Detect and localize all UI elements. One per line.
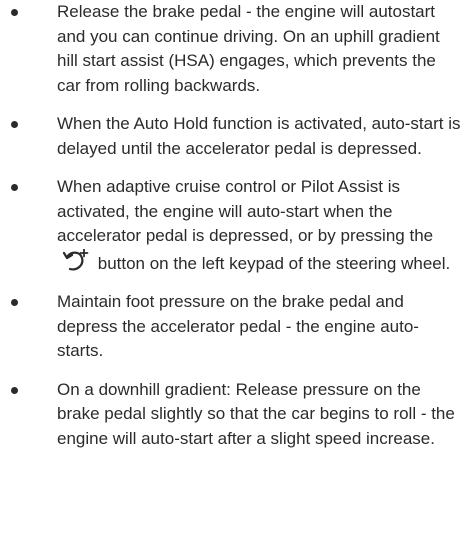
bullet-dot bbox=[11, 386, 18, 394]
list-item: On a downhill gradient: Release pressure… bbox=[0, 378, 474, 452]
bullet-text-after-icon: button on the left keypad of the steerin… bbox=[97, 253, 451, 273]
bullet-dot bbox=[11, 9, 18, 16]
bullet-dot bbox=[11, 121, 18, 128]
bullet-list: Release the brake pedal - the engine wil… bbox=[0, 0, 474, 451]
bullet-dot bbox=[11, 184, 18, 191]
bullet-text: Release the brake pedal - the engine wil… bbox=[57, 2, 440, 95]
document-page: Release the brake pedal - the engine wil… bbox=[0, 0, 474, 548]
list-item: Release the brake pedal - the engine wil… bbox=[0, 0, 474, 98]
list-item: When the Auto Hold function is activated… bbox=[0, 112, 474, 161]
bullet-dot bbox=[11, 299, 18, 306]
bullet-text-before-icon: When adaptive cruise control or Pilot As… bbox=[57, 177, 434, 245]
list-item: When adaptive cruise control or Pilot As… bbox=[0, 175, 474, 276]
bullet-text: On a downhill gradient: Release pressure… bbox=[57, 379, 455, 448]
bullet-text: Maintain foot pressure on the brake peda… bbox=[57, 292, 419, 360]
bullet-text: When the Auto Hold function is activated… bbox=[57, 114, 461, 158]
resume-plus-icon bbox=[61, 248, 89, 273]
list-item: Maintain foot pressure on the brake peda… bbox=[0, 290, 474, 364]
